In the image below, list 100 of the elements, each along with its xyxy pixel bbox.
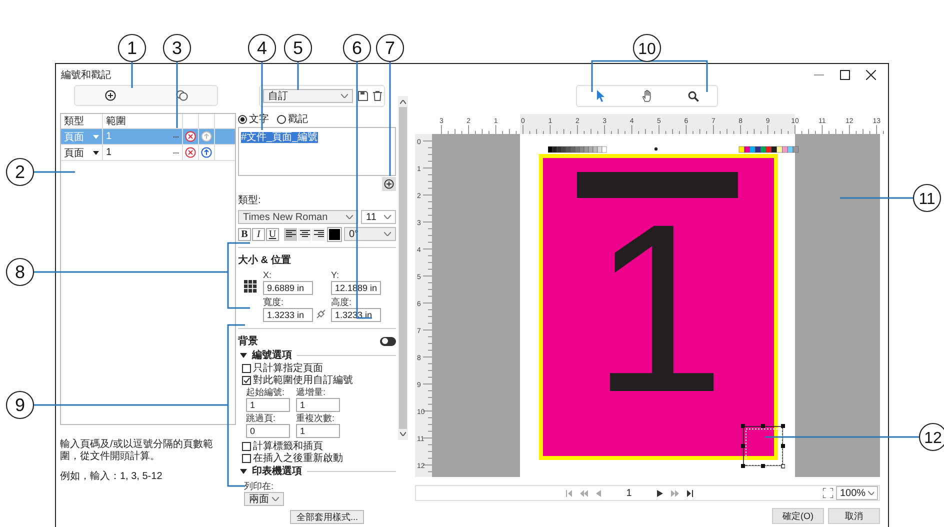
add-icon (384, 179, 394, 189)
align-button[interactable] (312, 228, 325, 240)
chevron-down-icon (346, 215, 353, 219)
add-icon (105, 90, 116, 101)
maximize-icon[interactable] (840, 70, 850, 80)
section-title: 印表機選項 (252, 464, 302, 478)
input-field[interactable]: 1 (246, 398, 290, 412)
leader-line (131, 62, 133, 88)
caret-icon[interactable] (240, 352, 247, 358)
insert-variable-button[interactable] (382, 177, 396, 191)
checkbox-option[interactable]: 對此範圍使用自訂編號 (242, 374, 396, 386)
selection-box[interactable] (741, 424, 785, 469)
delete-icon[interactable] (185, 131, 196, 142)
font-label: 類型: (238, 194, 262, 207)
input-field[interactable]: 1 (296, 424, 340, 438)
background-toggle[interactable] (380, 336, 396, 346)
next-page-icon[interactable] (657, 490, 663, 496)
hand-icon (642, 90, 652, 102)
text-style-button[interactable]: U (266, 228, 279, 240)
checkbox-option[interactable]: 只計算指定頁面 (242, 362, 396, 374)
field-label: 跳過頁: (246, 413, 277, 424)
leader-line (34, 171, 75, 173)
window-title: 編號和戳記 (61, 68, 111, 82)
font-dropdown[interactable]: Times New Roman (238, 210, 358, 224)
chevron-down-icon (272, 497, 279, 501)
table-row[interactable]: 頁面 1 (61, 144, 235, 161)
input-field[interactable]: 9.6889 in (263, 281, 313, 295)
type-dropdown[interactable]: 頁面 (64, 146, 84, 160)
delete-icon[interactable] (185, 147, 196, 158)
callout-marker: 7 (376, 34, 404, 62)
pointer-icon (596, 90, 605, 102)
field-label: X: (263, 270, 273, 281)
section-title: 大小 & 位置 (238, 254, 292, 267)
text-style-button[interactable]: B (238, 228, 251, 240)
callout-marker: 9 (6, 390, 34, 420)
scroll-down-icon[interactable] (400, 432, 406, 436)
page-number-field[interactable]: 1 (609, 488, 649, 498)
duplicate-icon (176, 90, 188, 101)
chevron-down-icon (384, 215, 391, 219)
callout-marker: 5 (284, 34, 312, 62)
last-page-icon[interactable] (687, 490, 693, 496)
zoom-dropdown[interactable]: 100% (836, 486, 878, 500)
print-on-dropdown[interactable]: 兩面 (244, 492, 284, 506)
range-field[interactable]: 1 (106, 147, 112, 158)
dialog-button[interactable]: 取消 (828, 508, 880, 524)
chevron-down-icon (341, 94, 348, 98)
close-icon[interactable] (866, 70, 876, 80)
text-input-area[interactable]: #文件_頁面_編號 (238, 127, 396, 176)
callout-marker: 8 (6, 258, 34, 286)
link-icon[interactable] (316, 309, 326, 319)
callout-marker: 2 (6, 158, 34, 186)
checkbox-option[interactable]: 計算標籤和插頁 (242, 440, 396, 452)
callout-marker: 3 (162, 34, 192, 62)
input-field[interactable]: 1.3233 in (263, 308, 313, 322)
callout-marker: 10 (632, 34, 662, 62)
align-center-icon (300, 230, 310, 238)
callout-marker: 1 (118, 34, 146, 62)
caret-icon (93, 150, 99, 154)
dialog-button[interactable]: 確定(O) (772, 508, 824, 524)
save-icon[interactable] (358, 91, 368, 101)
leader-line (176, 62, 178, 128)
move-up-icon[interactable] (201, 147, 212, 158)
trash-icon[interactable] (373, 91, 382, 101)
position-grid-icon[interactable] (244, 280, 257, 293)
section-title: 背景 (238, 334, 258, 348)
field-label: 高度: (331, 297, 353, 308)
font-size-dropdown[interactable]: 11 (361, 210, 396, 224)
caret-icon[interactable] (240, 468, 247, 474)
checkbox-option[interactable]: 在插入之後重新啟動 (242, 452, 396, 464)
field-label: 遞增量: (296, 387, 327, 398)
callout-marker: 6 (342, 34, 372, 62)
fit-page-icon[interactable] (823, 488, 833, 498)
callout-marker: 11 (912, 184, 942, 212)
leader-line (297, 62, 299, 90)
scroll-up-icon[interactable] (400, 100, 406, 104)
input-field[interactable]: 0 (246, 424, 290, 438)
caret-icon (93, 134, 99, 138)
example-text: 例如，輸入：1, 3, 5-12 (60, 471, 164, 483)
preview-canvas[interactable]: 1 (432, 134, 880, 477)
preset-dropdown[interactable]: 自訂 (263, 89, 353, 103)
align-left-icon (286, 230, 296, 238)
input-field[interactable]: 1 (296, 398, 340, 412)
page-number: 1 (592, 198, 726, 418)
field-label: 列印在: (244, 481, 275, 492)
align-button[interactable] (298, 228, 311, 240)
search-icon (688, 90, 700, 102)
align-button[interactable] (284, 228, 297, 240)
field-label: Y: (331, 270, 340, 281)
field-label: 寬度: (263, 297, 285, 308)
text-style-button[interactable]: I (252, 228, 265, 240)
chevron-down-icon (384, 232, 391, 236)
color-swatch[interactable] (329, 228, 340, 240)
apply-style-button[interactable]: 全部套用樣式... (290, 510, 364, 524)
callout-marker: 12 (918, 422, 944, 452)
scrollbar[interactable] (398, 96, 408, 440)
leader-line (261, 62, 263, 130)
align-right-icon (314, 230, 324, 238)
callout-marker: 4 (248, 34, 276, 62)
radio-option[interactable]: 戳記 (277, 112, 308, 126)
chevron-down-icon (868, 491, 874, 495)
